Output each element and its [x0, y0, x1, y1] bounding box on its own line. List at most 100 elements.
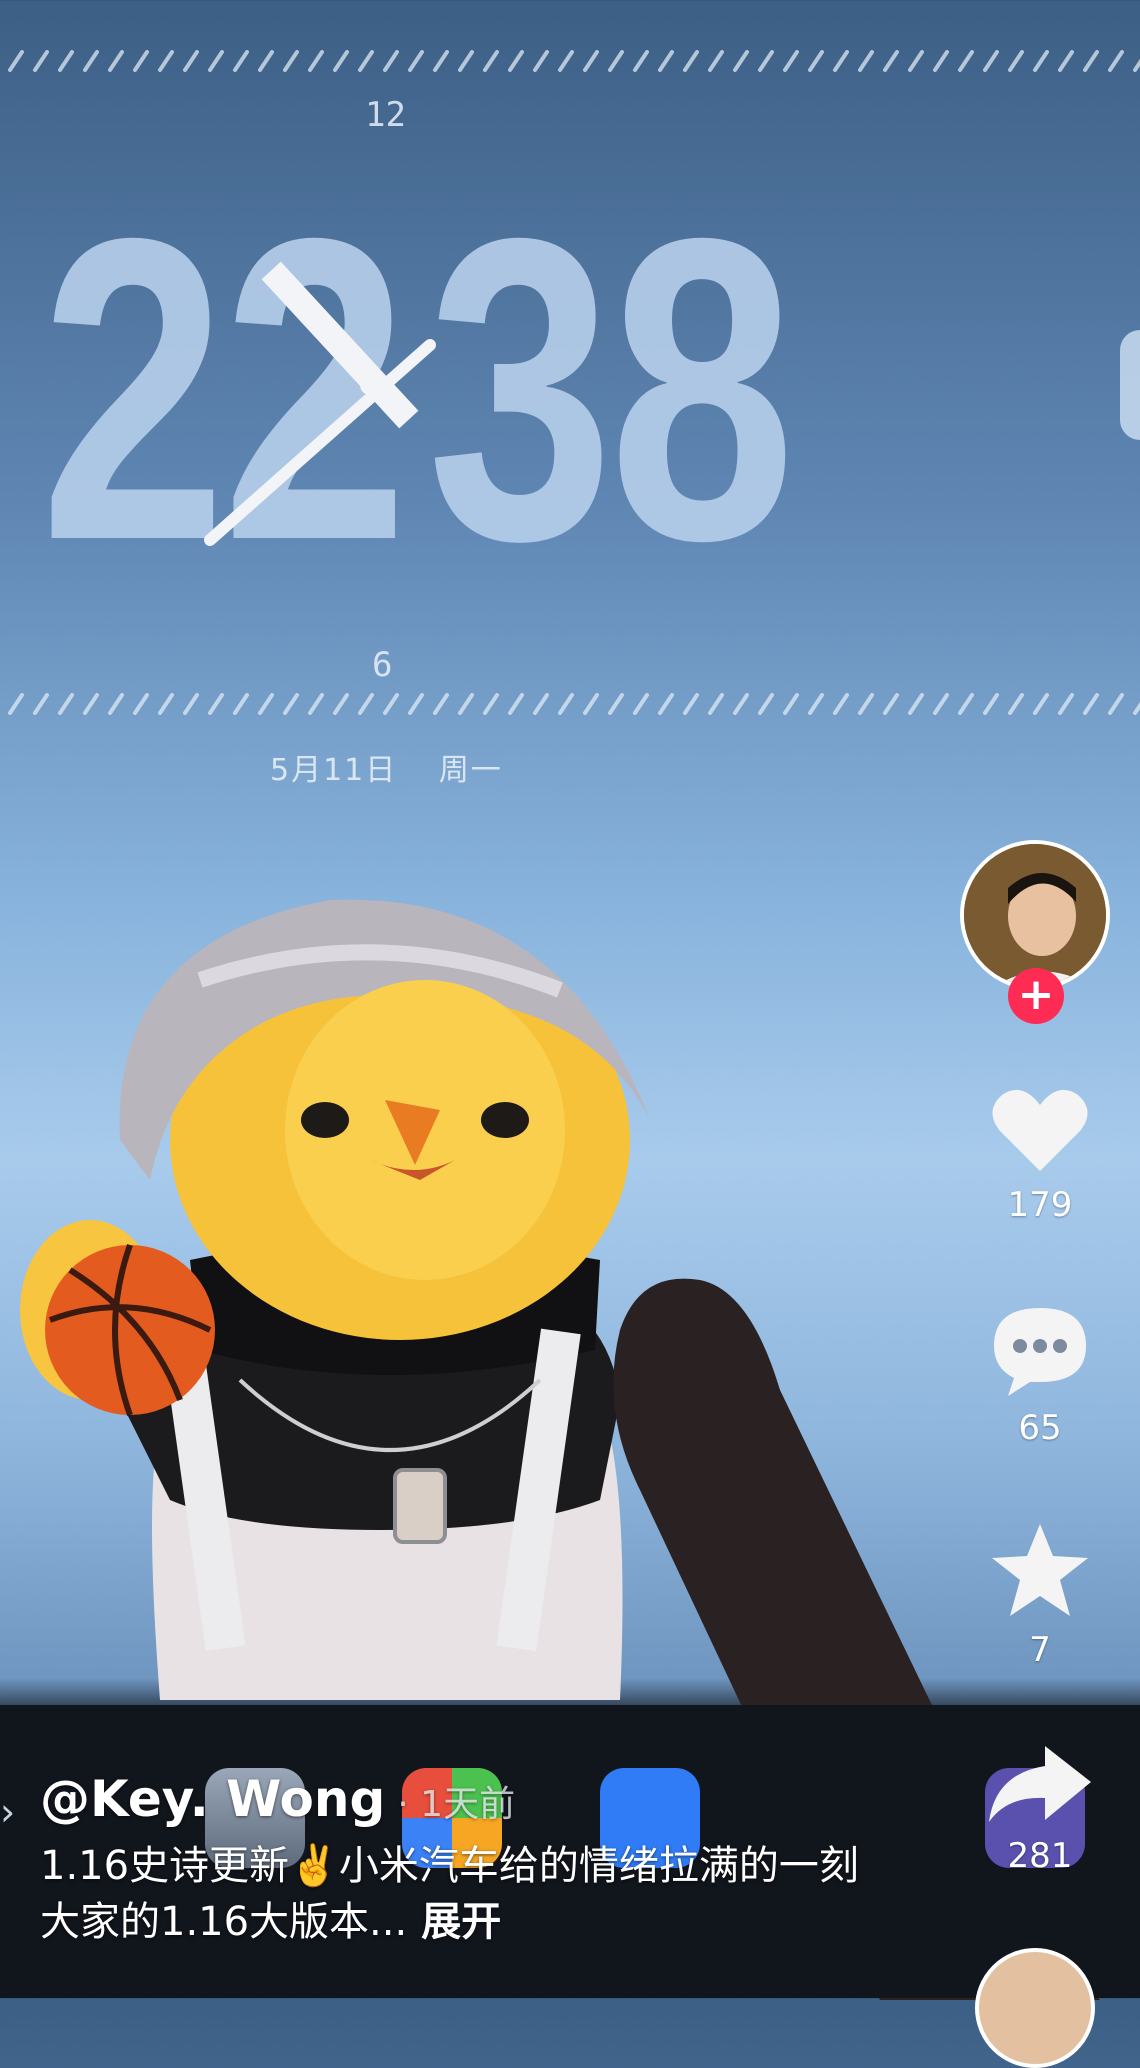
dial-tick	[958, 693, 974, 715]
dial-tick	[983, 693, 999, 715]
dial-tick	[658, 50, 674, 72]
dial-tick	[733, 50, 749, 72]
chevron-right-icon[interactable]: ›	[0, 1790, 15, 1834]
dial-tick	[258, 693, 274, 715]
dial-tick	[958, 50, 974, 72]
dial-tick	[783, 50, 799, 72]
dial-tick	[808, 693, 824, 715]
dial-tick	[458, 693, 474, 715]
dial-tick	[1033, 693, 1049, 715]
dial-tick	[483, 693, 499, 715]
dial-tick	[133, 693, 149, 715]
dial-tick	[683, 693, 699, 715]
dial-tick	[808, 50, 824, 72]
dial-tick	[158, 50, 174, 72]
dial-label-6: 6	[372, 645, 393, 685]
share-count: 281	[1007, 1836, 1073, 1876]
dial-tick	[333, 50, 349, 72]
dial-tick	[408, 693, 424, 715]
dial-tick	[333, 693, 349, 715]
dial-tick	[633, 693, 649, 715]
star-icon	[992, 1524, 1088, 1616]
dial-tick	[558, 693, 574, 715]
author-line: @Key. Wong · 1天前	[40, 1770, 900, 1828]
date-text: 5月11日	[270, 753, 398, 788]
comment-icon	[994, 1308, 1086, 1396]
dial-tick	[508, 50, 524, 72]
dial-tick	[258, 50, 274, 72]
clock-digit-fragment	[1120, 330, 1140, 440]
clock-minutes: 38	[427, 150, 795, 630]
dial-tick	[308, 693, 324, 715]
dial-tick	[283, 50, 299, 72]
author-name[interactable]: @Key. Wong	[40, 1770, 385, 1828]
dial-tick	[233, 50, 249, 72]
post-age: · 1天前	[397, 1784, 516, 1825]
dial-tick	[933, 50, 949, 72]
dial-tick	[458, 50, 474, 72]
dial-tick	[433, 693, 449, 715]
dial-tick	[1083, 50, 1099, 72]
dial-tick	[83, 50, 99, 72]
dial-tick	[908, 50, 924, 72]
video-caption: @Key. Wong · 1天前 1.16史诗更新✌️小米汽车给的情绪拉满的一刻 …	[40, 1770, 900, 1950]
dial-tick	[533, 693, 549, 715]
dial-tick	[558, 50, 574, 72]
dial-tick	[833, 693, 849, 715]
dial-tick	[908, 693, 924, 715]
dial-tick	[1058, 50, 1074, 72]
dial-tick	[633, 50, 649, 72]
comment-count: 65	[1018, 1408, 1062, 1448]
dial-tick	[983, 50, 999, 72]
dial-tick	[608, 50, 624, 72]
dial-tick	[58, 50, 74, 72]
share-action[interactable]: 281	[960, 1740, 1120, 1876]
dial-tick	[708, 693, 724, 715]
dial-tick	[1083, 693, 1099, 715]
dial-tick	[583, 50, 599, 72]
next-creator-avatar[interactable]	[975, 1948, 1095, 2068]
dial-tick	[1033, 50, 1049, 72]
dial-tick	[308, 50, 324, 72]
dial-tick	[1008, 50, 1024, 72]
dial-tick	[408, 50, 424, 72]
comment-action[interactable]: 65	[960, 1302, 1120, 1448]
expand-button[interactable]: 展开	[421, 1899, 501, 1945]
video-frame[interactable]: 12 2238 6 5月11日 周一 › + 179 65 7 281 @Key…	[0, 0, 1140, 2068]
heart-icon	[992, 1089, 1088, 1171]
dial-tick	[1108, 693, 1124, 715]
dial-tick	[358, 693, 374, 715]
dial-tick	[858, 50, 874, 72]
favorite-action[interactable]: 7	[960, 1520, 1120, 1670]
dial-tick	[508, 693, 524, 715]
dial-label-12: 12	[365, 95, 406, 135]
dial-tick	[933, 693, 949, 715]
like-action[interactable]: 179	[960, 1085, 1120, 1225]
dial-tick	[708, 50, 724, 72]
dial-ticks-top	[0, 42, 1140, 82]
dial-tick	[33, 50, 49, 72]
dial-tick	[358, 50, 374, 72]
follow-button[interactable]: +	[1008, 968, 1064, 1024]
dial-tick	[183, 50, 199, 72]
dial-tick	[8, 50, 24, 72]
dial-tick	[108, 50, 124, 72]
dial-tick	[8, 693, 24, 715]
dial-tick	[483, 50, 499, 72]
dial-tick	[883, 693, 899, 715]
dial-tick	[83, 693, 99, 715]
dial-tick	[208, 50, 224, 72]
dial-tick	[683, 50, 699, 72]
dial-tick	[833, 50, 849, 72]
favorite-count: 7	[1029, 1630, 1051, 1670]
dial-tick	[783, 693, 799, 715]
dial-tick	[733, 693, 749, 715]
dial-tick	[108, 693, 124, 715]
lockscreen-date: 5月11日 周一	[270, 745, 503, 789]
dial-tick	[58, 693, 74, 715]
dial-tick	[1133, 58, 1140, 72]
dial-tick	[183, 693, 199, 715]
weekday-text: 周一	[438, 753, 503, 788]
dial-ticks-bottom	[0, 685, 1140, 725]
dial-tick	[883, 50, 899, 72]
